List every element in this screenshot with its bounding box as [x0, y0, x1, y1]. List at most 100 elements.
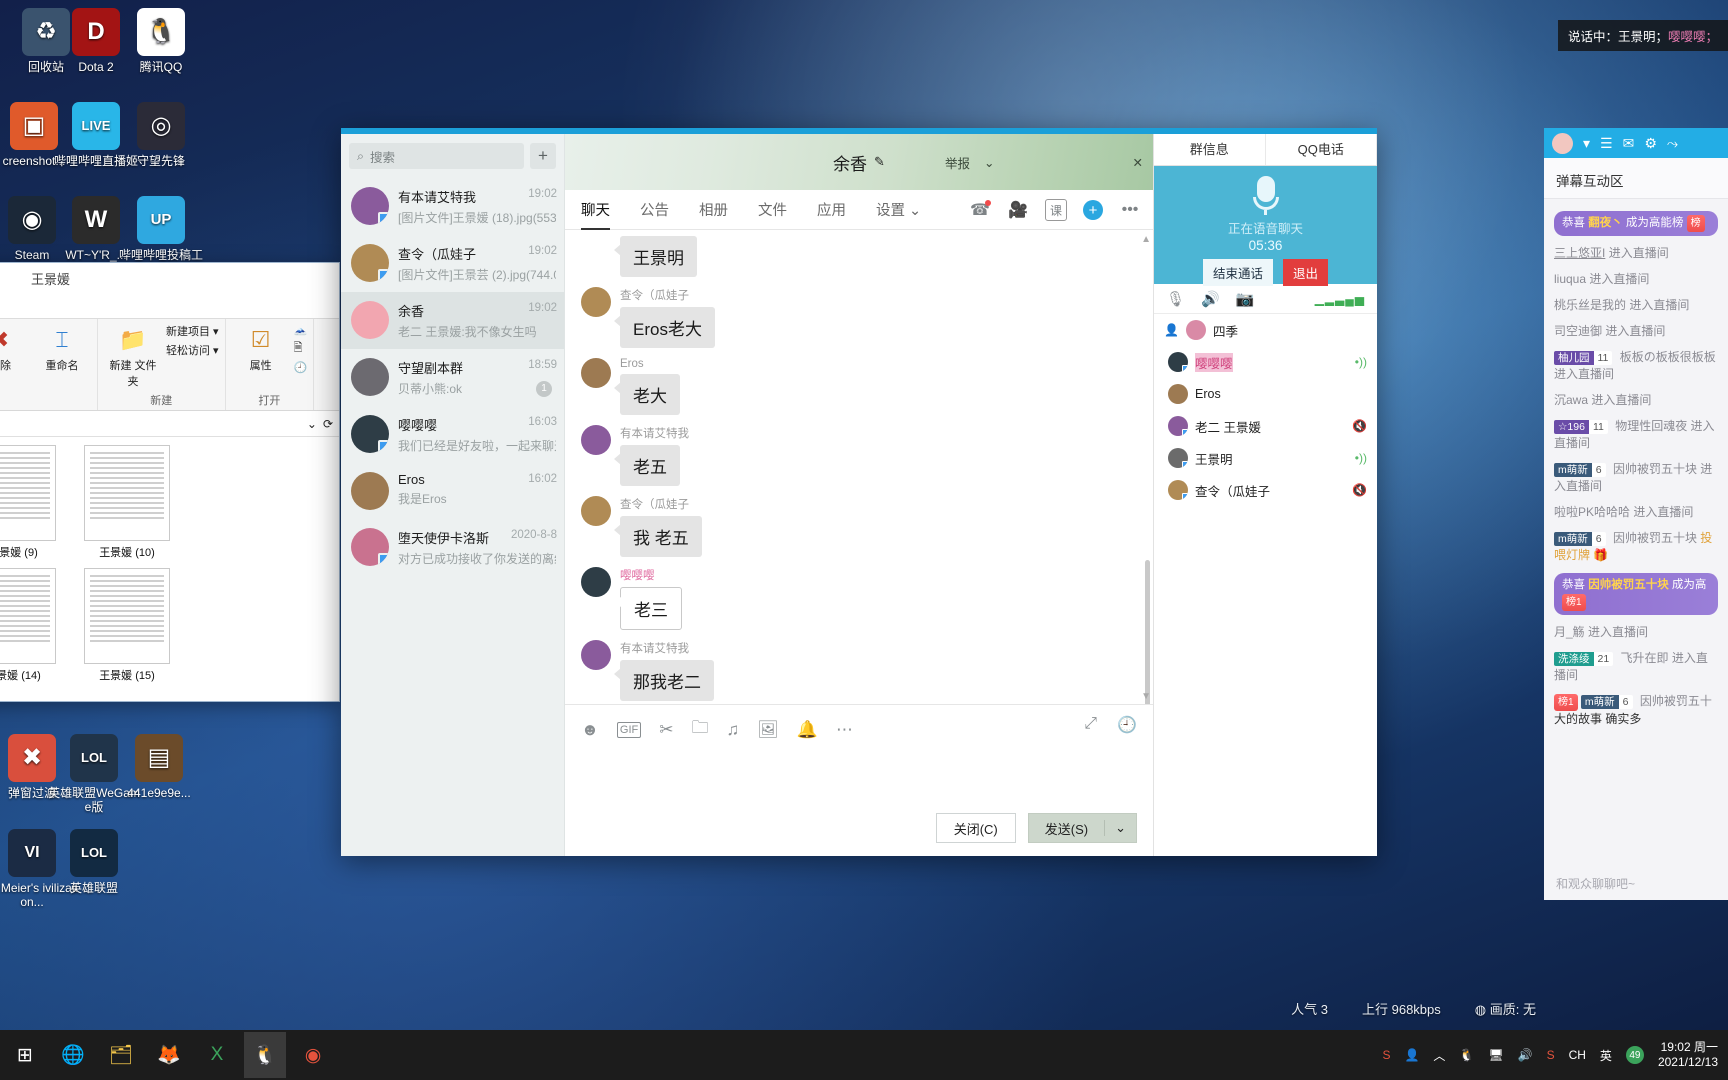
session-item[interactable]: Eros 我是Eros 16:02 [341, 463, 564, 519]
send-options-chevron-icon[interactable]: ⌄ [1104, 820, 1136, 836]
app-button[interactable]: S [1382, 1048, 1390, 1062]
qq-tray-icon[interactable]: 🐧 [1459, 1048, 1474, 1062]
member-item[interactable]: 嘤嘤嘤 •)) [1154, 346, 1377, 378]
close-icon[interactable]: ✕ [1133, 155, 1143, 170]
network-icon[interactable]: 🖥 [1488, 1048, 1503, 1062]
danmaku-list[interactable]: 恭喜 翻夜丶 成为高能榜 榜 三上悠亚I 进入直播间 liuqua 进入直播间 … [1544, 199, 1728, 741]
ime-mode[interactable]: 英 [1600, 1047, 1612, 1064]
chevron-down-icon[interactable]: ▾ [1583, 135, 1590, 152]
shake-icon[interactable]: 🔔 [797, 720, 818, 740]
menu-icon[interactable]: ☰ [1600, 135, 1613, 152]
end-call-button[interactable]: 结束通话 [1202, 259, 1273, 286]
file-explorer-window[interactable]: 王景媛 ⬅ 动到 🗐 复制到 ✖ 删除 [0, 262, 340, 702]
file-item[interactable]: 王景媛 (10) [75, 445, 179, 560]
session-item[interactable]: 堕天使伊卡洛斯 对方已成功接收了你发送的离线 2020-8-8 [341, 519, 564, 576]
send-button[interactable]: 发送(S) ⌄ [1027, 813, 1137, 843]
session-item[interactable]: 查令（瓜娃子 [图片文件]王景芸 (2).jpg(744.0 19:02 [341, 235, 564, 292]
session-item-active[interactable]: 余香 老二 王景媛:我不像女生吗 19:02 [341, 292, 564, 349]
show-hidden-icon[interactable]: ︿ [1433, 1047, 1445, 1064]
conversation-toolbar[interactable]: ☎ 🎥 课 + ••• [969, 190, 1141, 230]
group-info-panel[interactable]: 群信息 QQ电话 正在语音聊天 05:36 结束通话 退出 🎙 🔊 📷 ▁▂▃▄… [1153, 134, 1377, 856]
tab-album[interactable]: 相册 [699, 191, 728, 229]
session-item[interactable]: 守望剧本群 贝蒂小熊:ok 18:59 1 [341, 349, 564, 406]
file-item[interactable]: 王景媛 (9) [0, 445, 65, 560]
more-icon[interactable]: ••• [1119, 199, 1141, 221]
scroll-up-arrow[interactable]: ▲ [1141, 234, 1151, 245]
start-button[interactable]: ⊞ [4, 1032, 46, 1078]
explorer-file-list[interactable]: 王景媛 (8) 王景媛 (9) 王景媛 (10) 王景媛 (13) [0, 437, 339, 687]
member-item[interactable]: 查令（瓜娃子 🔇 [1154, 474, 1377, 506]
search-input[interactable]: ⌕ 搜索 [349, 143, 524, 169]
qq-session-list[interactable]: ⌕ 搜索 + 有本请艾特我 [图片文件]王景媛 (18).jpg(553 19:… [341, 134, 565, 856]
microphone-icon[interactable]: 🎙 [1166, 290, 1185, 308]
tab-group-info[interactable]: 群信息 [1154, 134, 1266, 165]
open-with-icon[interactable]: 🗻 [294, 323, 308, 336]
scroll-down-arrow[interactable]: ▼ [1141, 691, 1151, 702]
desktop-icon-lol[interactable]: LOL 英雄联盟 [48, 829, 140, 895]
tab-apps[interactable]: 应用 [817, 191, 846, 229]
member-item[interactable]: 王景明 •)) [1154, 442, 1377, 474]
add-icon[interactable]: + [1083, 200, 1103, 220]
history-icon[interactable]: 🕘 [294, 361, 308, 374]
expand-icon[interactable]: ⤢ [1084, 715, 1097, 735]
edit-icon[interactable]: 🗎 [294, 339, 308, 358]
more-icon[interactable]: ⋯ [836, 720, 853, 740]
tab-files[interactable]: 文件 [758, 191, 787, 229]
gif-icon[interactable]: GIF [616, 721, 642, 738]
explorer-address-bar[interactable]: ‹ 余香› 人物剧本› 王景媛 ⌄ ⟳ [0, 411, 339, 437]
sogou-icon[interactable]: S [1547, 1048, 1555, 1062]
people-icon[interactable]: 👤 [1404, 1048, 1419, 1062]
session-item[interactable]: 有本请艾特我 [图片文件]王景媛 (18).jpg(553 19:02 [341, 178, 564, 235]
session-item[interactable]: 嘤嘤嘤 我们已经是好友啦，一起来聊天 16:03 [341, 406, 564, 463]
close-button[interactable]: 关闭(C) [935, 813, 1016, 843]
explorer-button[interactable]: 🗂 [100, 1032, 142, 1078]
firefox-button[interactable]: 🦊 [148, 1032, 190, 1078]
pencil-icon[interactable]: ✎ [874, 154, 885, 170]
avatar[interactable] [581, 425, 611, 455]
message-scrollbar[interactable] [1145, 560, 1150, 704]
tab-settings[interactable]: 设置 ⌄ [876, 191, 921, 229]
excel-button[interactable]: X [196, 1032, 238, 1078]
properties-button[interactable]: ☑ 属性 [232, 323, 290, 373]
taskbar[interactable]: ⊞ 🌐 🗂 🦊 X 🐧 ◉ S 👤 ︿ 🐧 🖥 🔊 S CH 英 49 19:0… [0, 1030, 1728, 1080]
delete-button[interactable]: ✖ 删除 [0, 323, 29, 373]
music-icon[interactable]: ♫ [726, 720, 739, 740]
avatar-icon[interactable] [1552, 132, 1573, 154]
message-list[interactable]: ▲ 王景明 查令（瓜娃子 Eros老大 Eros 老大 有本请艾特我 老五 查令… [565, 230, 1153, 704]
speaker-icon[interactable]: 🔊 [1201, 290, 1220, 308]
avatar[interactable] [581, 358, 611, 388]
clock[interactable]: 19:02 周一 2021/12/13 [1658, 1040, 1718, 1070]
chrome-button[interactable]: ◉ [292, 1032, 334, 1078]
folder-icon[interactable]: 🗀 [691, 715, 708, 744]
rename-button[interactable]: ⌶ 重命名 [33, 323, 91, 373]
avatar[interactable] [581, 496, 611, 526]
share-icon[interactable]: ⤳ [1667, 135, 1678, 152]
edge-button[interactable]: 🌐 [52, 1032, 94, 1078]
add-session-button[interactable]: + [530, 143, 556, 169]
emoji-icon[interactable]: ☻ [581, 720, 599, 740]
address-chevron-icon[interactable]: ⌄ [307, 417, 317, 431]
explorer-titlebar[interactable]: 王景媛 [0, 263, 339, 293]
desktop-icon-qq[interactable]: 🐧 腾讯QQ [115, 8, 207, 74]
refresh-icon[interactable]: ⟳ [323, 417, 333, 431]
screenshot-icon[interactable]: ✂ [659, 720, 673, 740]
member-item[interactable]: 👤 四季 [1154, 314, 1377, 346]
member-item[interactable]: Eros [1154, 378, 1377, 410]
class-icon[interactable]: 课 [1045, 199, 1067, 221]
qq-chat-window[interactable]: ⌕ 搜索 + 有本请艾特我 [图片文件]王景媛 (18).jpg(553 19:… [341, 128, 1377, 856]
history-icon[interactable]: 🕘 [1117, 715, 1137, 735]
group-panel-tabs[interactable]: 群信息 QQ电话 [1154, 134, 1377, 166]
desktop-icon-overwatch[interactable]: ◎ 守望先锋 [115, 102, 207, 168]
voice-controls-bar[interactable]: 🎙 🔊 📷 ▁▂▃▄▅ [1154, 284, 1377, 314]
tab-qq-call[interactable]: QQ电话 [1266, 134, 1377, 165]
avatar[interactable] [581, 287, 611, 317]
new-item-menu[interactable]: 新建项目 ▾ [166, 323, 219, 339]
phone-icon[interactable]: ☎ [969, 199, 991, 221]
volume-icon[interactable]: 🔊 [1518, 1048, 1533, 1062]
file-item[interactable]: 王景媛 (14) [0, 568, 65, 683]
ime-indicator[interactable]: CH [1569, 1048, 1586, 1062]
bilibili-topbar[interactable]: ▾ ☰ ✉ ⚙ ⤳ [1544, 128, 1728, 158]
easy-access-menu[interactable]: 轻松访问 ▾ [166, 342, 219, 358]
quit-call-button[interactable]: 退出 [1283, 259, 1329, 286]
video-icon[interactable]: 🎥 [1007, 199, 1029, 221]
